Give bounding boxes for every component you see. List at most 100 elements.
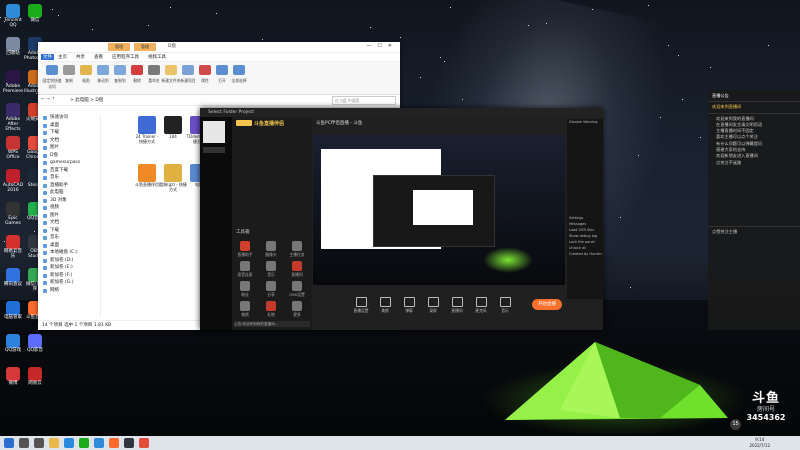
nav-item[interactable]: 此电脑: [38, 189, 100, 197]
ribbon-icon-5[interactable]: [131, 65, 143, 75]
ribbon-icon-8[interactable]: [182, 65, 194, 75]
desktop-icon-10[interactable]: AutoCAD 2016: [2, 169, 24, 194]
desktop-icon-20[interactable]: QQ游戏: [2, 334, 24, 354]
nav-item[interactable]: gamesurpass: [38, 159, 100, 167]
tool-7[interactable]: 分享: [262, 281, 280, 298]
tool-0[interactable]: 直播助手: [236, 241, 254, 258]
nav-item[interactable]: 3D 对象: [38, 197, 100, 205]
tool-2[interactable]: 主播任务: [288, 241, 306, 258]
toolbar-button-3[interactable]: 录屏: [424, 297, 442, 314]
nav-item[interactable]: 图片: [38, 212, 100, 220]
file-item[interactable]: 24 Trainer - 快捷方式: [133, 116, 161, 144]
taskbar-app-item-5[interactable]: [79, 438, 89, 448]
nav-item[interactable]: 下载: [38, 129, 100, 137]
nav-item[interactable]: D盘: [38, 152, 100, 160]
desktop-icon-6[interactable]: Adobe After Effects: [2, 103, 24, 133]
taskbar-app-item-3[interactable]: [49, 438, 59, 448]
tool-4[interactable]: 音乐: [262, 261, 280, 278]
ribbon-icon-4[interactable]: [114, 65, 126, 75]
ribbon-icon-6[interactable]: [148, 65, 160, 75]
taskbar-clock[interactable]: 9:14 2022/7/12: [749, 437, 770, 449]
nav-item[interactable]: 下载: [38, 227, 100, 235]
nav-item[interactable]: 新加卷 (D:): [38, 257, 100, 265]
plugin-item[interactable]: Created by Hunter G: [567, 251, 603, 257]
desktop-icon-1[interactable]: 微信: [24, 4, 46, 24]
tool-3[interactable]: 语音连麦: [236, 261, 254, 278]
nav-item[interactable]: 音乐: [38, 174, 100, 182]
ribbon-icon-7[interactable]: [165, 65, 177, 75]
menu-video-tools[interactable]: 视频工具: [148, 54, 166, 60]
taskbar-app-edge[interactable]: [64, 438, 74, 448]
nav-item[interactable]: 快速访问: [38, 114, 100, 122]
search-input[interactable]: 在 D盘 中搜索: [332, 96, 396, 105]
desktop-icon-18[interactable]: 电脑管家: [2, 301, 24, 321]
nav-item[interactable]: 音乐: [38, 234, 100, 242]
ribbon-icon-10[interactable]: [216, 65, 228, 75]
menu-share[interactable]: 共享: [76, 54, 85, 60]
desktop-icon-23[interactable]: 网易云: [24, 367, 46, 387]
taskbar-app-qq[interactable]: [94, 438, 104, 448]
taskbar-app-item-2[interactable]: [34, 438, 44, 448]
nav-item[interactable]: 文档: [38, 219, 100, 227]
desktop-icon-22[interactable]: 微博: [2, 367, 24, 387]
nav-item[interactable]: 视频: [38, 204, 100, 212]
plugin-item[interactable]: Disable Warning: [567, 119, 603, 125]
tool-1[interactable]: 摄像头: [262, 241, 280, 258]
ribbon-tab-manage-2[interactable]: 管理: [134, 43, 156, 51]
nav-item[interactable]: 网络: [38, 287, 100, 295]
desktop-icon-21[interactable]: QQ影音: [24, 334, 46, 354]
toolbar-button-1[interactable]: 美颜: [376, 297, 394, 314]
ribbon-icon-2[interactable]: [80, 65, 92, 75]
nav-item[interactable]: 百度下载: [38, 167, 100, 175]
nav-item[interactable]: 图片: [38, 144, 100, 152]
file-item[interactable]: 斗鱼直播伴侣: [133, 164, 161, 188]
tool-11[interactable]: 更多: [288, 301, 306, 318]
nav-item[interactable]: 桌面: [38, 122, 100, 130]
taskbar-app-item-1[interactable]: [19, 438, 29, 448]
desktop-icon-14[interactable]: 网易云音乐: [2, 235, 24, 260]
menu-home[interactable]: 主页: [58, 54, 67, 60]
window-controls[interactable]: —☐✕: [366, 43, 398, 49]
address-path[interactable]: > 此电脑 > D盘: [70, 97, 103, 103]
nav-item[interactable]: 新加卷 (F:): [38, 272, 100, 280]
ribbon-label-11[interactable]: 全部选择: [229, 78, 249, 84]
ribbon-icon-3[interactable]: [97, 65, 109, 75]
desktop-icon-2[interactable]: 回收站: [2, 37, 24, 57]
nav-item[interactable]: 直播助手: [38, 182, 100, 190]
desktop-icon-4[interactable]: Adobe Premiere: [2, 70, 24, 95]
toolbar-button-4[interactable]: 直播间: [448, 297, 466, 314]
taskbar-app-item-0[interactable]: [4, 438, 14, 448]
nav-item[interactable]: 桌面: [38, 242, 100, 250]
nav-item[interactable]: 本地磁盘 (C:): [38, 249, 100, 257]
desktop-icon-16[interactable]: 腾讯会议: [2, 268, 24, 288]
ribbon-icon-11[interactable]: [233, 65, 245, 75]
tool-10[interactable]: 礼物: [262, 301, 280, 318]
tool-9[interactable]: 美颜: [236, 301, 254, 318]
ribbon-icon-1[interactable]: [63, 65, 75, 75]
desktop-icon-0[interactable]: Tencent QQ: [2, 4, 24, 29]
taskbar-app-obs[interactable]: [124, 438, 134, 448]
folder-dialog-button[interactable]: [203, 147, 225, 153]
ribbon-icon-0[interactable]: [46, 65, 58, 75]
start-live-button[interactable]: 开始直播: [532, 299, 562, 310]
tool-8[interactable]: OBS设置: [288, 281, 306, 298]
ribbon-icon-9[interactable]: [199, 65, 211, 75]
toolbar-button-6[interactable]: 音乐: [496, 297, 514, 314]
menu-app-tools[interactable]: 应用程序工具: [112, 54, 139, 60]
nav-arrows-icon[interactable]: ← → ↑: [41, 97, 55, 102]
address-bar[interactable]: ← → ↑ > 此电脑 > D盘 在 D盘 中搜索: [38, 95, 400, 106]
nav-item[interactable]: 新加卷 (G:): [38, 279, 100, 287]
desktop-icon-8[interactable]: WPS Office: [2, 136, 24, 161]
file-item[interactable]: 104: [159, 116, 187, 140]
toolbar-button-0[interactable]: 直播设置: [352, 297, 370, 314]
menu-view[interactable]: 查看: [94, 54, 103, 60]
ribbon-tab-manage-1[interactable]: 管理: [108, 43, 130, 51]
toolbar-button-2[interactable]: 弹幕: [400, 297, 418, 314]
announcement-bar[interactable]: 公告:欢迎来到我的直播间...: [234, 321, 310, 327]
taskbar-app-item-7[interactable]: [109, 438, 119, 448]
nav-item[interactable]: 文档: [38, 137, 100, 145]
toolbar-button-5[interactable]: 麦克风: [472, 297, 490, 314]
tool-6[interactable]: 粉丝: [236, 281, 254, 298]
menu-file[interactable]: 文件: [41, 54, 54, 60]
nav-item[interactable]: 新加卷 (E:): [38, 264, 100, 272]
